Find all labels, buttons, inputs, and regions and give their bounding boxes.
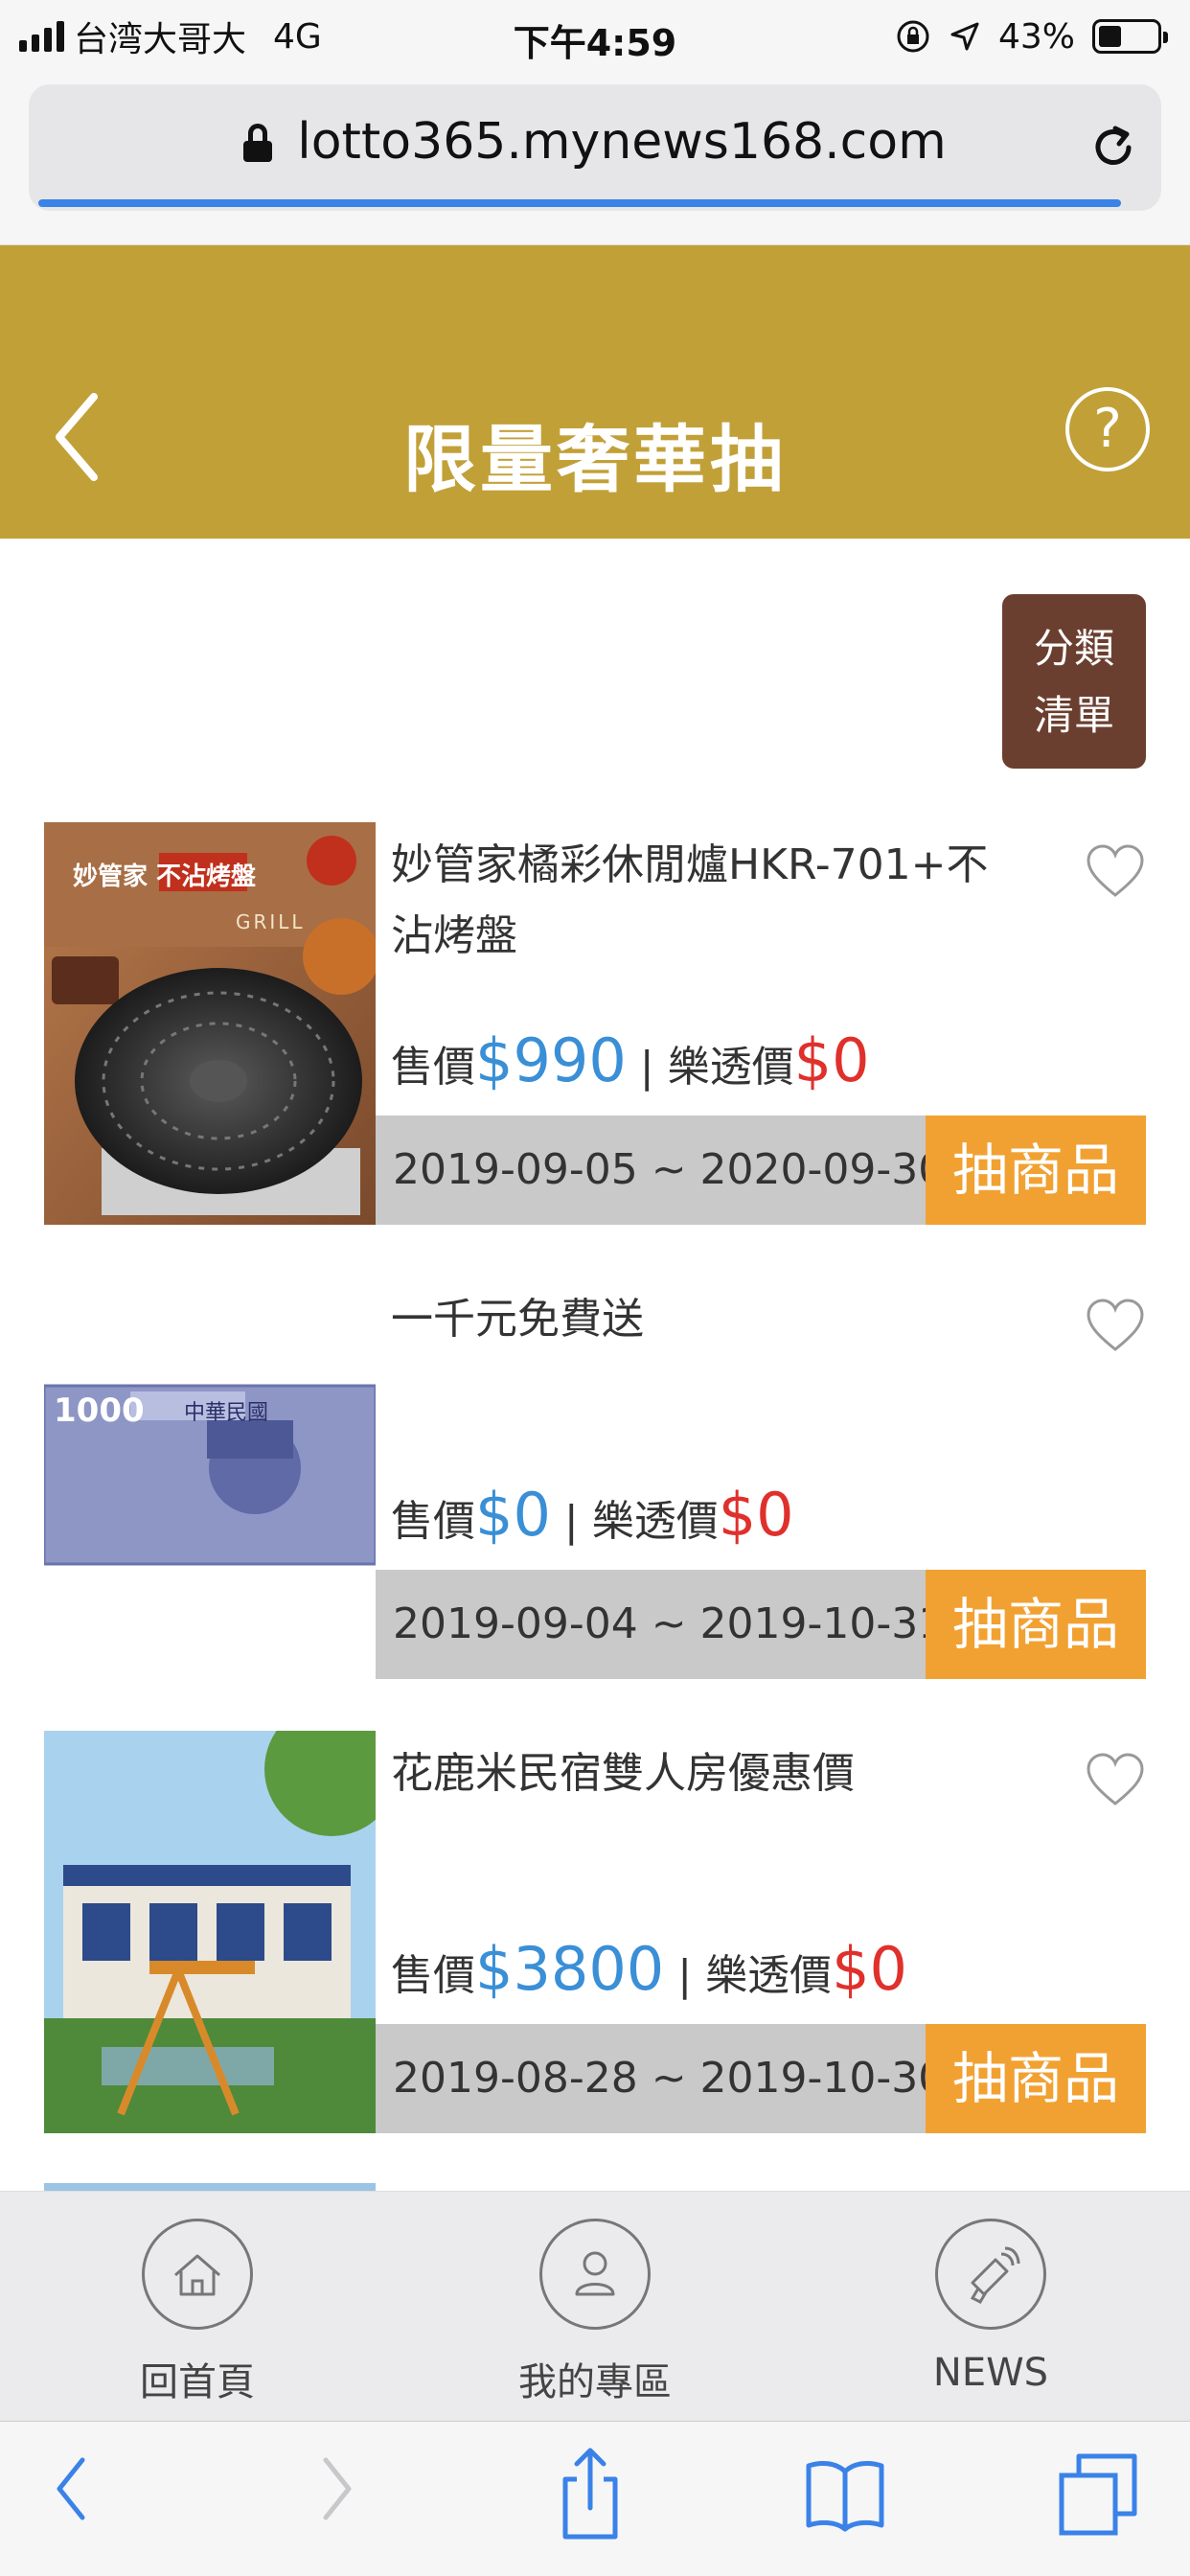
product-title[interactable]: 一千元免費送: [391, 1284, 1014, 1355]
nav-home-label: 回首頁: [140, 2360, 255, 2404]
product-image-caption: 妙管家 不沾烤盤: [73, 862, 257, 891]
lock-icon: [243, 124, 273, 162]
price-row: 售價$990 | 樂透價$0: [391, 1025, 870, 1095]
product-image-subcaption: GRILL: [236, 910, 306, 933]
product-card[interactable]: 花鹿米民宿雙人房優惠價 售價$3800 | 樂透價$0 2019-08-28 ~ 2…: [44, 1731, 1146, 2133]
url-text: lotto365.mynews168.com: [297, 113, 947, 171]
sale-price: $3800: [475, 1934, 665, 2004]
lotto-price-label: 樂透價: [591, 1497, 719, 1546]
orientation-lock-icon: [897, 20, 929, 53]
nav-news[interactable]: NEWS: [885, 2219, 1096, 2395]
date-range: 2019-08-28 ~ 2019-10-30: [376, 2024, 945, 2133]
lotto-price-label: 樂透價: [705, 1951, 833, 2000]
home-icon: [142, 2219, 253, 2330]
product-card[interactable]: 1000 中華民國 一千元免費送 售價$0 | 樂透價$0 2019-09-04 ~…: [44, 1276, 1146, 1679]
category-label-line1: 分類: [1033, 625, 1114, 672]
page-load-progress: [38, 199, 1121, 207]
battery-icon: [1092, 19, 1168, 54]
lotto-price: $0: [832, 1934, 907, 2004]
heart-icon[interactable]: [1085, 1750, 1146, 1811]
battery-percent: 43%: [997, 16, 1075, 57]
category-list-button[interactable]: 分類 清單: [1002, 594, 1146, 769]
sale-price: $0: [475, 1480, 551, 1550]
product-title[interactable]: 妙管家橘彩休閒爐HKR-701+不沾烤盤: [391, 830, 1014, 972]
heart-icon[interactable]: [1085, 841, 1146, 903]
product-image-banknote[interactable]: 1000 中華民國: [44, 1276, 376, 1679]
nav-home[interactable]: 回首頁: [92, 2219, 303, 2406]
browser-address-area: lotto365.mynews168.com: [0, 73, 1190, 245]
tabs-icon[interactable]: [1058, 2452, 1138, 2537]
status-bar: 台湾大哥大 4G 下午4:59 43%: [0, 0, 1190, 73]
price-separator: |: [639, 1043, 654, 1092]
nav-my-area[interactable]: 我的專區: [490, 2219, 700, 2406]
draw-product-button[interactable]: 抽商品: [926, 1570, 1146, 1679]
price-row: 售價$0 | 樂透價$0: [391, 1480, 794, 1550]
banknote-caption: 中華民國: [184, 1401, 269, 1425]
product-title[interactable]: 花鹿米民宿雙人房優惠價: [391, 1738, 1014, 1809]
next-product-image-peek: [44, 2183, 376, 2191]
price-row: 售價$3800 | 樂透價$0: [391, 1934, 907, 2004]
user-icon: [539, 2219, 651, 2330]
category-label-line2: 清單: [1033, 692, 1114, 739]
location-icon: [950, 22, 979, 51]
product-image-grill[interactable]: 妙管家 不沾烤盤 GRILL: [44, 822, 376, 1225]
sale-price-label: 售價: [391, 1951, 475, 2000]
price-separator: |: [563, 1497, 579, 1546]
app-header: 限量奢華抽 ?: [0, 245, 1190, 539]
date-range: 2019-09-04 ~ 2019-10-31: [376, 1570, 945, 1679]
price-separator: |: [677, 1951, 693, 2000]
lotto-price: $0: [718, 1480, 794, 1550]
date-range: 2019-09-05 ~ 2020-09-30: [376, 1116, 945, 1225]
help-icon[interactable]: ?: [1065, 387, 1150, 472]
megaphone-icon: [935, 2219, 1046, 2330]
draw-product-button[interactable]: 抽商品: [926, 1116, 1146, 1225]
sale-price: $990: [475, 1025, 627, 1095]
browser-back-icon[interactable]: [52, 2452, 90, 2525]
draw-product-button[interactable]: 抽商品: [926, 2024, 1146, 2133]
product-card[interactable]: 妙管家 不沾烤盤 GRILL 妙管家橘彩休閒爐HKR-701+不沾烤盤 售價$9…: [44, 822, 1146, 1225]
app-bottom-nav: 回首頁 我的專區 NEWS: [0, 2191, 1190, 2421]
browser-forward-icon[interactable]: [318, 2452, 356, 2525]
nav-news-label: NEWS: [932, 2351, 1049, 2395]
status-right: 43%: [895, 13, 1168, 59]
product-image-bnb[interactable]: [44, 1731, 376, 2133]
share-icon[interactable]: [560, 2447, 621, 2542]
sale-price-label: 售價: [391, 1497, 475, 1546]
browser-toolbar: [0, 2421, 1190, 2576]
page-title: 限量奢華抽: [403, 417, 787, 502]
bookmarks-icon[interactable]: [805, 2456, 885, 2533]
lotto-price: $0: [793, 1025, 870, 1095]
address-bar[interactable]: lotto365.mynews168.com: [29, 84, 1161, 211]
sale-price-label: 售價: [391, 1043, 475, 1092]
banknote-value: 1000: [54, 1392, 145, 1430]
nav-my-area-label: 我的專區: [518, 2360, 672, 2404]
reload-icon[interactable]: [1087, 121, 1140, 174]
heart-icon[interactable]: [1085, 1296, 1146, 1357]
lotto-price-label: 樂透價: [667, 1043, 794, 1092]
